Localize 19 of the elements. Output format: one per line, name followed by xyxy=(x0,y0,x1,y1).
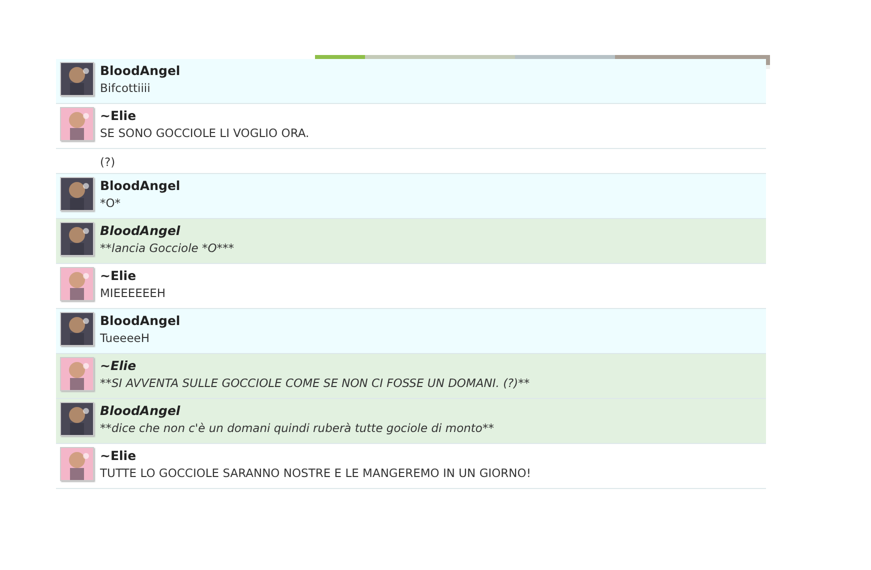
chat-message: **dice che non c'è un domani quindi ruberà tutte gociole di monto** xyxy=(100,420,494,437)
user-name: ~Elie xyxy=(100,268,138,284)
chat-message: TueeeeH xyxy=(100,330,151,347)
chat-message: (?) xyxy=(100,154,116,171)
user-name: ~Elie xyxy=(100,108,138,124)
chat-message: *O* xyxy=(100,195,122,212)
chat-message: SE SONO GOCCIOLE LI VOGLIO ORA. xyxy=(100,125,310,142)
chat-message: TUTTE LO GOCCIOLE SARANNO NOSTRE E LE MANGEREMO IN UN GIORNO! xyxy=(100,465,531,482)
user-name: BloodAngel xyxy=(100,63,180,79)
user-name: ~Elie xyxy=(100,448,138,464)
user-name: BloodAngel xyxy=(100,313,180,329)
chat-message: Bifcottiiii xyxy=(100,80,152,97)
user-name: ~Elie xyxy=(100,358,138,374)
chat-message: **lancia Gocciole *O*** xyxy=(100,240,234,257)
user-name: BloodAngel xyxy=(100,178,180,194)
chat-message: **SI AVVENTA SULLE GOCCIOLE COME SE NON CI FOSSE UN DOMANI. (?)** xyxy=(100,375,530,392)
chat-message: MIEEEEEEH xyxy=(100,285,166,302)
user-name: BloodAngel xyxy=(100,403,182,419)
user-name: BloodAngel xyxy=(100,223,182,239)
